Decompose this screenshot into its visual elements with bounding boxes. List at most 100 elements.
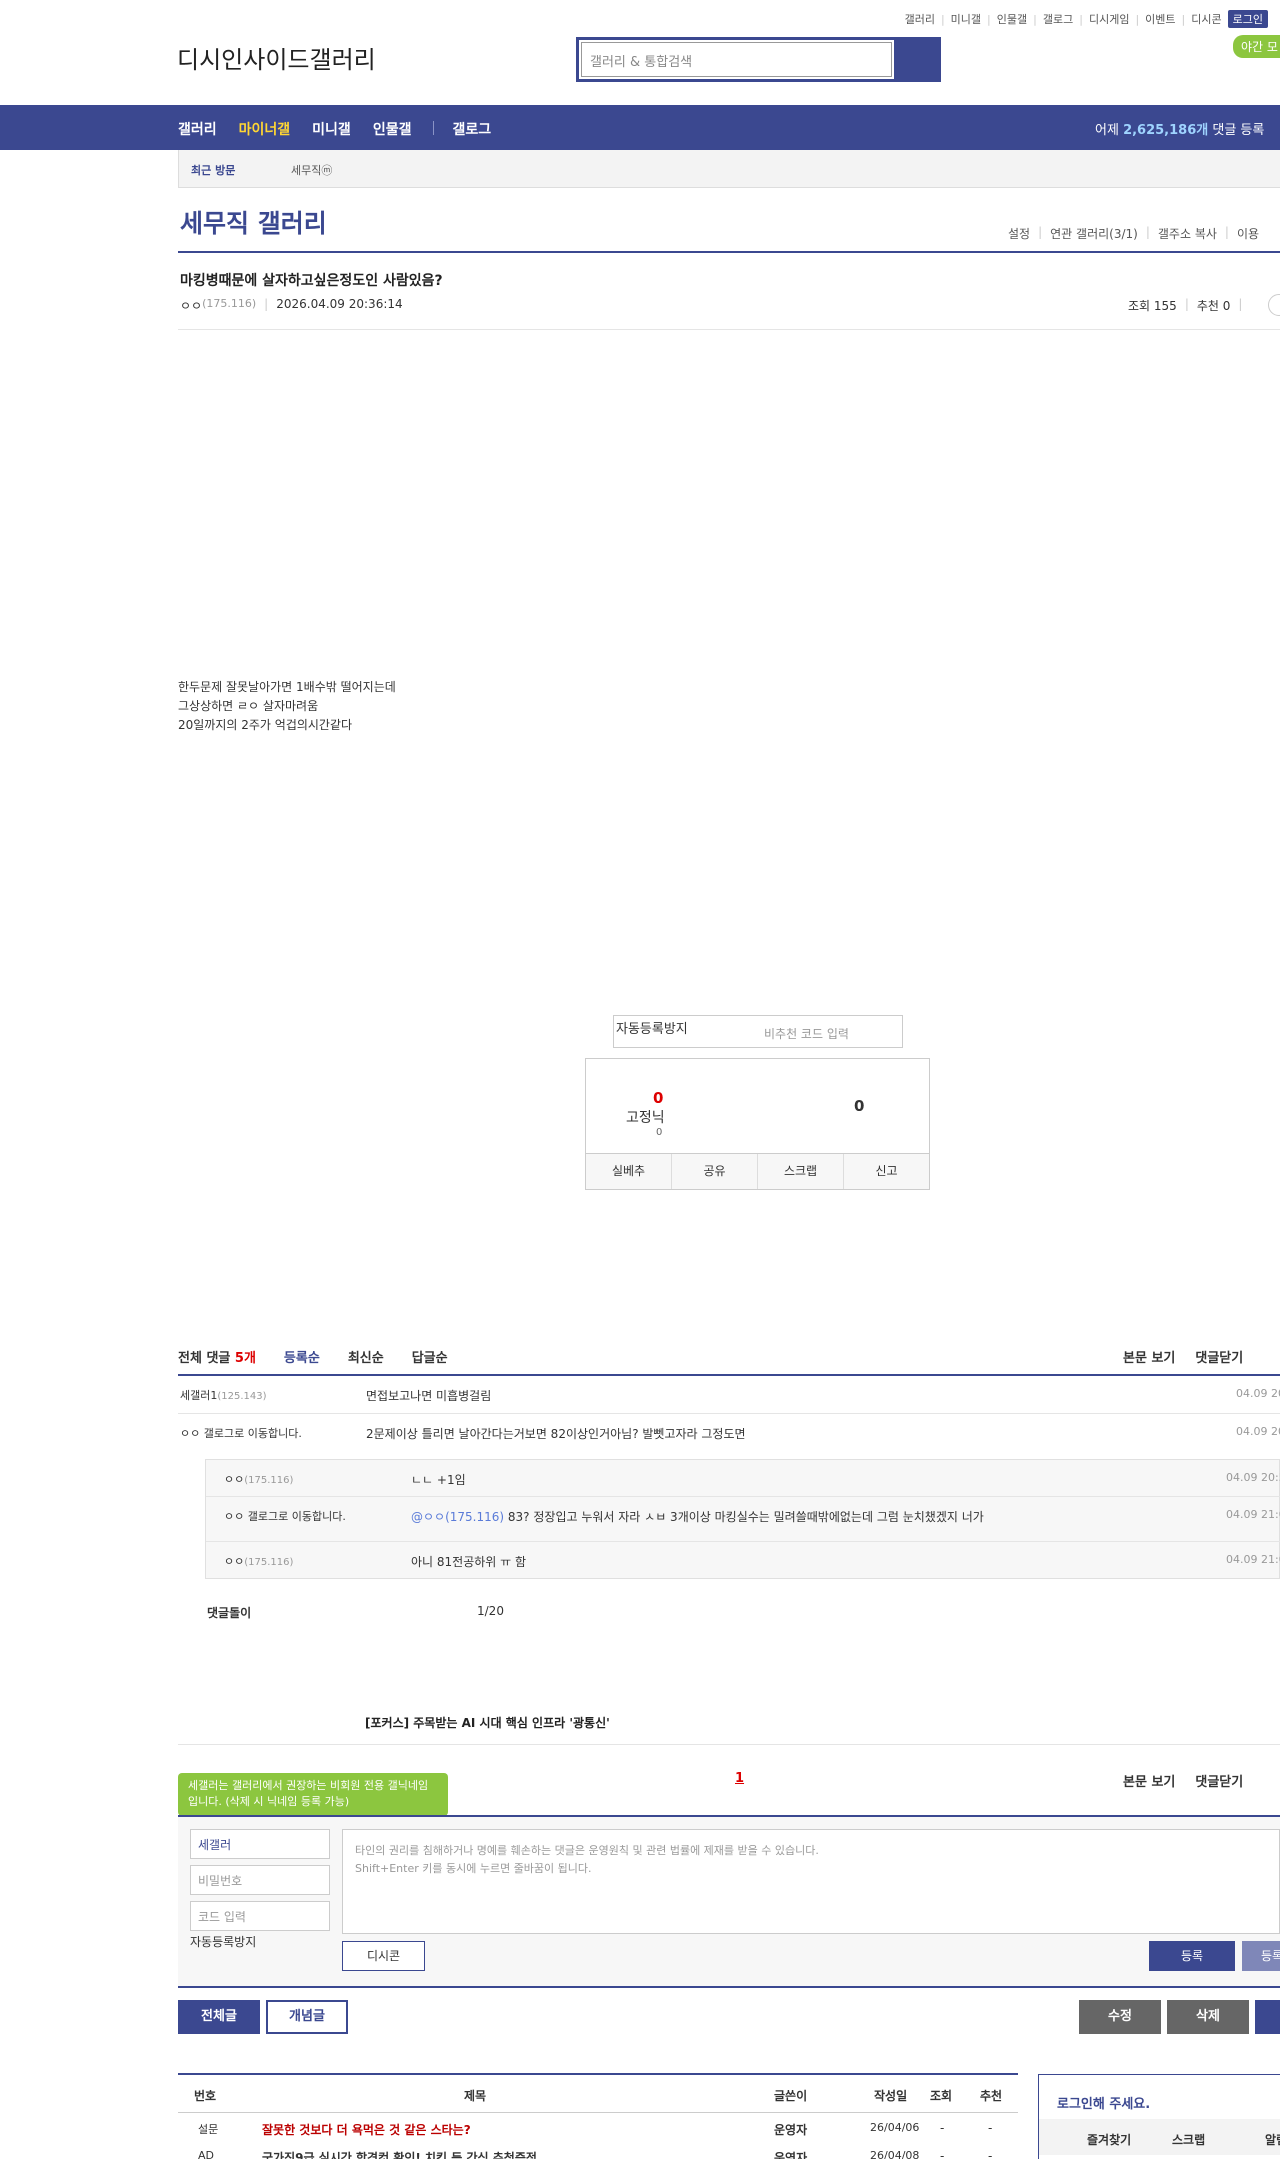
post-recommend: 추천 0 xyxy=(1196,299,1231,313)
list-header: 번호 제목 글쓴이 작성일 조회 추천 xyxy=(178,2075,1018,2113)
upvote-count[interactable]: 0 xyxy=(653,1089,663,1107)
row-views: - xyxy=(940,2121,945,2135)
util-link-event[interactable]: 이벤트 xyxy=(1145,11,1175,27)
sort-registered[interactable]: 등록순 xyxy=(284,1347,320,1366)
reply-nick[interactable]: ㅇㅇ(175.116) xyxy=(224,1471,293,1487)
usage-link[interactable]: 이용 xyxy=(1237,225,1259,242)
reply-date: 04.09 21:0 xyxy=(1226,1508,1280,1521)
search-input[interactable]: 갤러리 & 통합검색 xyxy=(581,42,892,77)
gallery-title[interactable]: 세무직 갤러리 xyxy=(180,204,327,240)
code-field[interactable]: 코드 입력 xyxy=(190,1901,330,1931)
comment-date: 04.09 20 xyxy=(1236,1387,1280,1400)
best-recommend-button[interactable]: 실베추 xyxy=(586,1154,672,1189)
sort-latest[interactable]: 최신순 xyxy=(348,1347,384,1366)
post-body-line: 20일까지의 2주가 억겁의시간같다 xyxy=(178,718,353,732)
focus-ad-link[interactable]: [포커스] 주목받는 AI 시대 핵심 인프라 '광통신' xyxy=(365,1714,610,1731)
row-title[interactable]: 잘못한 것보다 더 욕먹은 것 같은 스타는? xyxy=(262,2121,471,2138)
tab-scrap[interactable]: 스크랩 xyxy=(1172,2131,1205,2148)
post-body: 한두문제 잘못날아가면 1배수밖 떨어지는데 그상상하면 ㄹㅇ 살자마려움 20… xyxy=(178,678,396,735)
comment-nick[interactable]: ㅇㅇ 갤로그로 이동합니다. xyxy=(180,1425,302,1441)
comments-header: 전체 댓글 5개 등록순 최신순 답글순 본문 보기 댓글닫기 xyxy=(178,1347,1280,1366)
dccon-button[interactable]: 디시콘 xyxy=(342,1941,425,1971)
password-field[interactable]: 비밀번호 xyxy=(190,1865,330,1895)
row-writer[interactable]: 운영자 xyxy=(774,2121,807,2138)
util-link-dccon[interactable]: 디시콘 xyxy=(1191,11,1221,27)
gallery-settings-link[interactable]: 설정 xyxy=(1008,225,1030,242)
col-date: 작성일 xyxy=(874,2089,908,2103)
row-writer[interactable]: 운영자 xyxy=(774,2149,807,2159)
list-row: 설문 잘못한 것보다 더 욕먹은 것 같은 스타는? 운영자 26/04/06 … xyxy=(178,2114,1018,2142)
nav-item-gallery[interactable]: 갤러리 xyxy=(178,119,217,139)
util-link-gallery[interactable]: 갤러리 xyxy=(905,11,935,27)
list-row: AD 국가직9급 실시간 합격컷 확인! 치킨 등 간식 추첨증정 운영자 26… xyxy=(178,2142,1018,2159)
reply-nick[interactable]: ㅇㅇ 갤로그로 이동합니다. xyxy=(224,1508,346,1524)
write-button[interactable] xyxy=(1255,2000,1280,2034)
login-button[interactable]: 로그인 xyxy=(1227,10,1268,28)
stats-value: 2,625,186개 xyxy=(1123,123,1209,138)
related-gallery-link[interactable]: 연관 갤러리(3/1) xyxy=(1050,225,1138,242)
comment-nick[interactable]: 세갤러1(125.143) xyxy=(180,1387,267,1403)
reply-text: ㄴㄴ +1임 xyxy=(411,1473,466,1487)
reply-nick[interactable]: ㅇㅇ(175.116) xyxy=(224,1553,293,1569)
nickname-tooltip: 세갤러는 갤러리에서 권장하는 비회원 전용 갤닉네임입니다. (삭제 시 닉네… xyxy=(178,1773,448,1822)
view-post-button[interactable]: 본문 보기 xyxy=(1123,1347,1175,1366)
reply-mention[interactable]: @ㅇㅇ(175.116) xyxy=(411,1510,504,1524)
gallog-icon[interactable]: 갤로그로 이동합니다. xyxy=(204,1427,302,1440)
close-comments-button[interactable]: 댓글닫기 xyxy=(1195,1347,1243,1366)
vote-box: 0 고정닉 0 0 실베추 공유 스크랩 신고 xyxy=(585,1058,930,1190)
row-date: 26/04/08 xyxy=(870,2149,920,2159)
captcha-image: 자동등록방지 xyxy=(190,1935,257,1949)
comment-bot-page: 1/20 xyxy=(477,1604,504,1618)
stats-prefix: 어제 xyxy=(1095,123,1119,138)
comment-notice-line: 타인의 권리를 침해하거나 명예를 훼손하는 댓글은 운영원칙 및 관련 법률에… xyxy=(355,1844,819,1857)
report-button[interactable]: 신고 xyxy=(844,1154,929,1189)
util-link-mini[interactable]: 미니갤 xyxy=(951,11,981,27)
night-mode-button[interactable]: 야간 모 xyxy=(1233,35,1280,58)
tab-favorites[interactable]: 즐겨찾기 xyxy=(1087,2131,1131,2148)
all-posts-button[interactable]: 전체글 xyxy=(178,2000,260,2034)
post-body-line: 한두문제 잘못날아가면 1배수밖 떨어지는데 xyxy=(178,680,396,694)
site-logo[interactable]: 디시인사이드 갤러리 xyxy=(177,40,376,75)
edit-button[interactable]: 수정 xyxy=(1079,2000,1161,2034)
comment-page-current[interactable]: 1 xyxy=(735,1771,744,1786)
col-number: 번호 xyxy=(194,2089,217,2103)
login-prompt[interactable]: 로그인해 주세요. xyxy=(1057,2093,1150,2112)
recent-item[interactable]: 세무직ⓜ xyxy=(291,162,332,178)
comment-bot-label: 댓글돌이 xyxy=(207,1606,252,1620)
delete-button[interactable]: 삭제 xyxy=(1167,2000,1249,2034)
post-author[interactable]: ㅇㅇ xyxy=(180,297,202,314)
gallog-icon[interactable]: 갤로그로 이동합니다. xyxy=(248,1510,346,1523)
comment-notice-line: Shift+Enter 키를 동시에 누르면 줄바꿈이 됩니다. xyxy=(355,1862,592,1875)
submit-button[interactable]: 등록 xyxy=(1149,1941,1235,1971)
util-link-person[interactable]: 인물갤 xyxy=(997,11,1027,27)
row-number: AD xyxy=(198,2149,214,2159)
scrap-button[interactable]: 스크랩 xyxy=(758,1154,844,1189)
downvote-count[interactable]: 0 xyxy=(854,1097,864,1115)
comments-total-count: 5개 xyxy=(234,1351,256,1366)
captcha-input[interactable]: 비추천 코드 입력 xyxy=(764,1025,849,1042)
search-button[interactable] xyxy=(894,40,938,79)
nav-item-person[interactable]: 인물갤 xyxy=(373,119,412,139)
vote-actions: 실베추 공유 스크랩 신고 xyxy=(586,1153,929,1189)
comment-textarea[interactable]: 타인의 권리를 침해하거나 명예를 훼손하는 댓글은 운영원칙 및 관련 법률에… xyxy=(342,1829,1280,1934)
util-link-dcgame[interactable]: 디시게임 xyxy=(1089,11,1129,27)
close-comments-button-bottom[interactable]: 댓글닫기 xyxy=(1195,1771,1243,1790)
row-title[interactable]: 국가직9급 실시간 합격컷 확인! 치킨 등 간식 추첨증정 xyxy=(262,2149,537,2159)
nickname-field[interactable]: 세갤러 xyxy=(190,1829,330,1859)
comment-jump-button[interactable] xyxy=(1268,294,1280,316)
copy-address-link[interactable]: 갤주소 복사 xyxy=(1158,225,1217,242)
nav-item-minor[interactable]: 마이너갤 xyxy=(239,119,291,139)
share-button[interactable]: 공유 xyxy=(672,1154,758,1189)
gallery-links: 설정 | 연관 갤러리(3/1) | 갤주소 복사 | 이용 xyxy=(1008,225,1260,242)
submit-secondary-button[interactable]: 등록 xyxy=(1242,1941,1280,1971)
reply-row: ㅇㅇ(175.116) 아니 81전공하위 ㅠ 함 04.09 21:0 xyxy=(206,1542,1280,1579)
tab-notifications[interactable]: 알림 xyxy=(1265,2131,1280,2148)
util-link-gallog[interactable]: 갤로그 xyxy=(1043,11,1073,27)
view-post-button-bottom[interactable]: 본문 보기 xyxy=(1123,1771,1175,1790)
concept-posts-button[interactable]: 개념글 xyxy=(266,2000,348,2034)
nav-item-gallog[interactable]: 갤로그 xyxy=(452,119,491,139)
sort-replies[interactable]: 답글순 xyxy=(412,1347,448,1366)
ad-divider xyxy=(178,1744,1280,1745)
nav-item-mini[interactable]: 미니갤 xyxy=(312,119,351,139)
post-views: 조회 155 xyxy=(1128,299,1177,313)
